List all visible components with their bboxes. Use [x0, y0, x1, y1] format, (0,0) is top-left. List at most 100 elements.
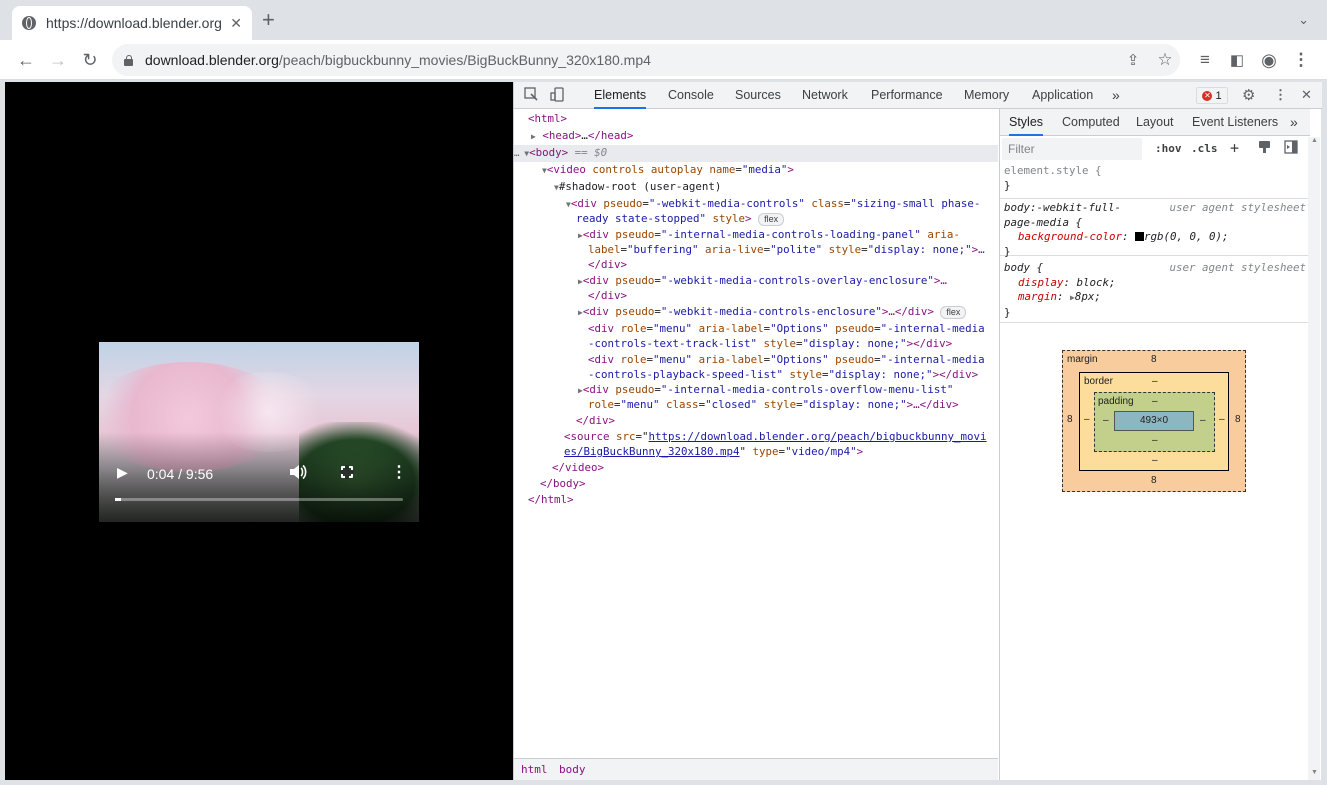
styles-filter-input[interactable]: Filter [1002, 138, 1142, 160]
tab-memory[interactable]: Memory [964, 82, 1009, 109]
error-count-badge[interactable]: ✕ 1 [1196, 87, 1228, 104]
dom-node-close-html[interactable]: </html> [528, 492, 574, 507]
tab-performance[interactable]: Performance [871, 82, 943, 109]
back-icon[interactable]: ← [14, 48, 38, 72]
dom-node-media-controls[interactable]: ▼<div pseudo="-webkit-media-controls" cl… [566, 196, 980, 212]
dom-node-source[interactable]: <source src="https://download.blender.or… [564, 429, 987, 444]
flex-badge[interactable]: flex [758, 213, 785, 226]
video-progress-bar[interactable] [115, 498, 403, 501]
video-player[interactable]: ▶ 0:04 / 9:56 ⋮ [99, 342, 419, 522]
box-model-border[interactable]: border – – – – padding – – – – 493×0 [1079, 372, 1229, 471]
devtools-menu-icon[interactable]: ⋮ [1274, 87, 1287, 103]
color-swatch[interactable] [1135, 232, 1145, 241]
dom-node-head[interactable]: ▶ <head>…</head> [531, 128, 633, 144]
scroll-up-icon[interactable]: ▲ [1311, 137, 1318, 144]
padding-label: padding [1098, 396, 1134, 407]
device-toolbar-icon[interactable] [550, 87, 565, 105]
dom-node-close-body[interactable]: </body> [540, 476, 586, 491]
scroll-down-icon[interactable]: ▼ [1311, 769, 1318, 776]
inspect-element-icon[interactable] [524, 87, 539, 105]
padding-bottom-value: – [1152, 435, 1158, 446]
video-more-options-icon[interactable]: ⋮ [391, 462, 407, 482]
style-rule-fullpage-media[interactable]: body:-webkit-full- page-media { user age… [1000, 199, 1310, 258]
rule-close: } [1004, 305, 1011, 319]
dom-node-media-controls-cont: ready state-stopped" style> flex [576, 211, 785, 226]
dom-node-overflow-menu-list-cont: role="menu" class="closed" style="displa… [588, 398, 959, 411]
new-rule-icon[interactable]: + [1230, 139, 1239, 157]
play-icon[interactable]: ▶ [117, 464, 128, 481]
rule-declaration: background-color: rgb(0, 0, 0); [1018, 230, 1229, 243]
lock-icon[interactable] [124, 54, 133, 66]
tab-console[interactable]: Console [668, 82, 714, 109]
style-rule-body[interactable]: body { user agent stylesheet display: bl… [1000, 258, 1310, 323]
styles-pane: Styles Computed Layout Event Listeners »… [999, 109, 1310, 780]
cls-toggle[interactable]: .cls [1191, 142, 1218, 155]
new-tab-button[interactable]: + [262, 8, 275, 32]
source-url-link[interactable]: https://download.blender.org/peach/bigbu… [649, 430, 987, 443]
dom-node-overflow-menu-list[interactable]: ▶<div pseudo="-internal-media-controls-o… [578, 382, 953, 398]
styles-scrollbar[interactable]: ▲ ▼ [1308, 137, 1320, 780]
dom-node-playback-speed-list[interactable]: <div role="menu" aria-label="Options" ps… [588, 352, 985, 367]
source-url-link-cont[interactable]: es/BigBuckBunny_320x180.mp4 [564, 445, 740, 458]
profile-icon[interactable]: ◉ [1257, 48, 1281, 72]
tab-elements[interactable]: Elements [594, 82, 647, 109]
dom-node-shadow-root[interactable]: ▼#shadow-root (user-agent) [554, 179, 721, 195]
tab-close-icon[interactable]: ✕ [230, 15, 242, 32]
tab-application[interactable]: Application [1032, 82, 1093, 109]
padding-top-value: – [1152, 396, 1158, 407]
tab-layout[interactable]: Layout [1136, 109, 1174, 136]
rule-declaration-margin: margin: ▶8px; [1018, 290, 1101, 303]
devtools-close-icon[interactable]: ✕ [1301, 87, 1312, 103]
reload-icon[interactable]: ↻ [78, 48, 102, 72]
dom-node-playback-speed-list-cont: -controls-playback-speed-list" style="di… [588, 368, 979, 381]
tab-computed[interactable]: Computed [1062, 109, 1120, 136]
url-path: /peach/bigbuckbunny_movies/BigBuckBunny_… [278, 52, 651, 68]
dom-node-text-track-list[interactable]: <div role="menu" aria-label="Options" ps… [588, 321, 985, 336]
dom-node-body[interactable]: … ▼<body> == $0 [514, 145, 998, 163]
hov-toggle[interactable]: :hov [1155, 142, 1182, 155]
tab-network[interactable]: Network [802, 82, 848, 109]
dom-node-close-video[interactable]: </video> [552, 460, 604, 475]
tab-styles[interactable]: Styles [1009, 109, 1044, 136]
dom-node-overlay-enclosure[interactable]: ▶<div pseudo="-webkit-media-controls-ove… [578, 273, 947, 289]
styles-more-tabs-icon[interactable]: » [1290, 109, 1298, 136]
breadcrumb-html[interactable]: html [521, 763, 548, 776]
forward-icon[interactable]: → [46, 48, 70, 72]
address-bar[interactable]: download.blender.org/peach/bigbuckbunny_… [112, 44, 1180, 76]
style-rule-element[interactable]: element.style { } [1000, 163, 1310, 199]
paint-bucket-icon[interactable] [1258, 140, 1272, 157]
border-right-value: – [1219, 414, 1225, 425]
breadcrumb: html body [514, 758, 998, 780]
border-label: border [1084, 376, 1113, 387]
more-tabs-icon[interactable]: » [1112, 82, 1120, 109]
box-model-content[interactable]: 493×0 [1114, 411, 1194, 431]
flex-badge[interactable]: flex [940, 306, 967, 319]
breadcrumb-body[interactable]: body [559, 763, 586, 776]
box-model-margin[interactable]: margin 8 8 8 8 border – – – – padding – … [1062, 350, 1246, 492]
share-icon[interactable]: ⇪ [1121, 48, 1145, 72]
dom-node-video[interactable]: ▼<video controls autoplay name="media"> [542, 162, 794, 178]
dom-node-controls-enclosure[interactable]: ▶<div pseudo="-webkit-media-controls-enc… [578, 304, 967, 320]
dom-node-html[interactable]: <html> [528, 111, 567, 126]
tab-event-listeners[interactable]: Event Listeners [1192, 109, 1278, 136]
volume-icon[interactable] [289, 464, 307, 483]
url-domain: download.blender.org [145, 52, 279, 68]
browser-menu-icon[interactable]: ⋮ [1289, 48, 1313, 72]
side-panel-icon[interactable]: ◧ [1225, 48, 1249, 72]
tab-sources[interactable]: Sources [735, 82, 781, 109]
browser-tab[interactable]: https://download.blender.org/peach/bigbu… [12, 6, 252, 40]
bookmark-star-icon[interactable]: ☆ [1153, 48, 1177, 72]
reading-list-icon[interactable]: ≡ [1193, 48, 1217, 72]
margin-top-value: 8 [1151, 354, 1157, 365]
tab-strip: https://download.blender.org/peach/bigbu… [0, 0, 1327, 40]
toggle-sidebar-icon[interactable] [1284, 140, 1298, 157]
tab-search-icon[interactable]: ⌄ [1298, 12, 1309, 28]
fullscreen-icon[interactable] [340, 465, 354, 479]
browser-toolbar: ← → ↻ download.blender.org/peach/bigbuck… [0, 40, 1327, 80]
dom-node-loading-panel[interactable]: ▶<div pseudo="-internal-media-controls-l… [578, 227, 960, 243]
box-model-padding[interactable]: padding – – – – 493×0 [1094, 392, 1215, 452]
video-time: 0:04 / 9:56 [147, 466, 214, 482]
rule-close: } [1004, 178, 1011, 192]
margin-left-value: 8 [1067, 414, 1073, 425]
settings-gear-icon[interactable]: ⚙ [1242, 86, 1255, 104]
